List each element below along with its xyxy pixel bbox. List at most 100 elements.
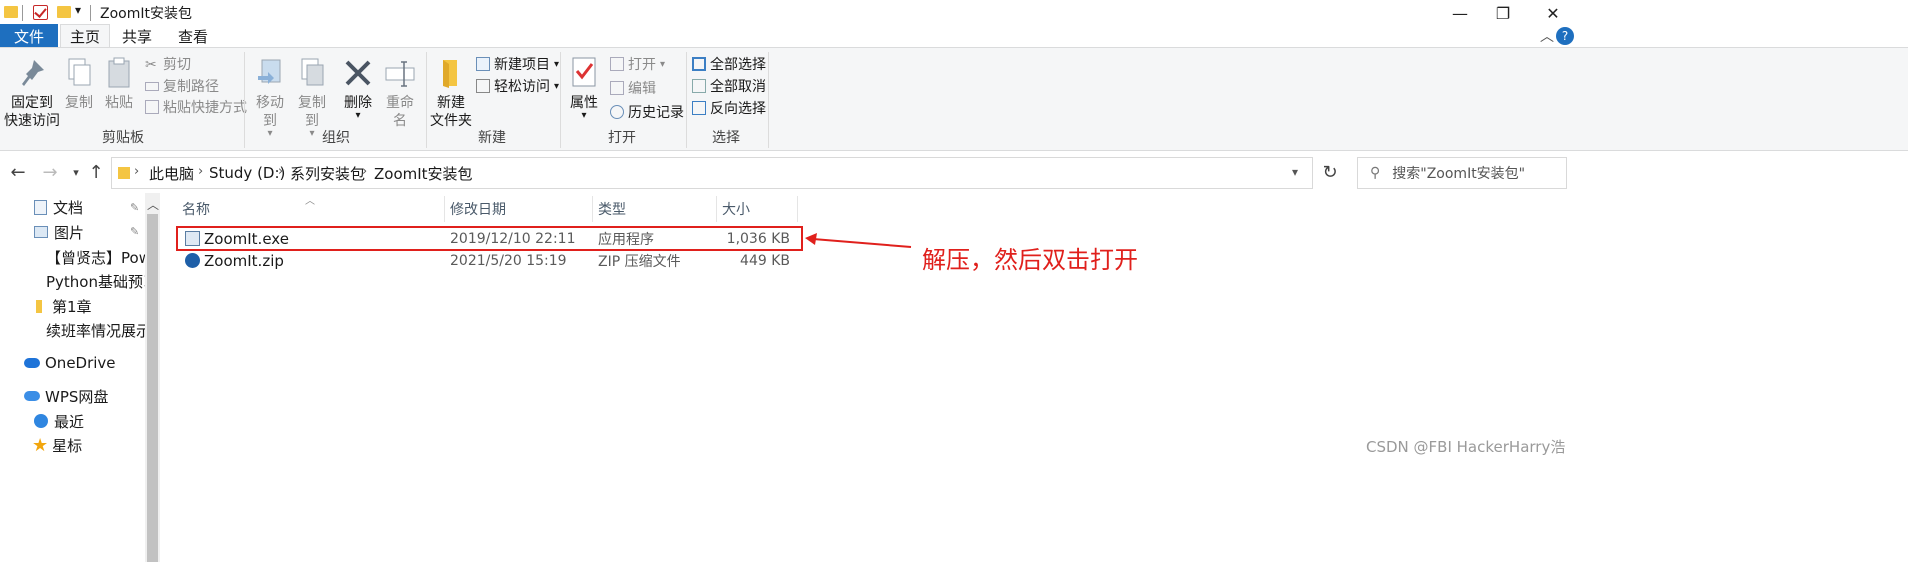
open-button[interactable]: 打开 ▾ — [610, 54, 665, 74]
move-to-icon — [254, 56, 286, 90]
breadcrumb-study-drive[interactable]: Study (D:) — [209, 158, 285, 188]
group-divider — [560, 52, 561, 148]
history-button[interactable]: 历史记录 — [610, 102, 684, 122]
rename-icon — [384, 56, 416, 90]
window-title: ZoomIt安装包 — [100, 6, 192, 22]
folder-icon — [4, 6, 18, 18]
easy-access-button[interactable]: 轻松访问 ▾ — [476, 76, 559, 96]
scroll-up-icon[interactable]: ︿ — [147, 196, 159, 213]
back-arrow-icon[interactable]: ← — [6, 160, 30, 184]
chevron-right-icon: › — [462, 164, 468, 179]
nav-item-recent[interactable]: 最近 — [0, 409, 145, 433]
dropdown-arrow-icon: ▾ — [554, 80, 560, 92]
invert-selection-button[interactable]: 反向选择 — [692, 98, 766, 118]
nav-item-documents[interactable]: 文档 — [0, 195, 145, 219]
new-item-button[interactable]: 新建项目 ▾ — [476, 54, 559, 74]
close-button[interactable]: ✕ — [1530, 0, 1576, 26]
chevron-right-icon: › — [278, 164, 284, 179]
breadcrumb-zoomit-package[interactable]: ZoomIt安装包 — [374, 158, 473, 188]
restore-button[interactable]: ❐ — [1480, 0, 1526, 26]
minimize-button[interactable]: — — [1437, 0, 1483, 26]
invert-selection-icon — [692, 101, 706, 115]
paste-shortcut-button[interactable]: 粘贴快捷方式 — [145, 97, 247, 117]
breadcrumb-series-packages[interactable]: 系列安装包 — [290, 158, 365, 188]
dropdown-arrow-icon: ▾ — [581, 110, 587, 121]
column-divider[interactable] — [716, 196, 717, 222]
delete-button[interactable]: 删除 ▾ — [342, 56, 374, 121]
group-label-clipboard: 剪贴板 — [102, 130, 144, 146]
help-icon[interactable]: ? — [1556, 27, 1574, 45]
nav-item-folder[interactable]: 第1章 — [0, 294, 145, 318]
address-dropdown-icon[interactable]: ▾ — [1292, 165, 1298, 179]
nav-item-label: 星标 — [52, 436, 83, 455]
file-row[interactable]: ZoomIt.zip 2021/5/20 15:19 ZIP 压缩文件 449 … — [182, 250, 802, 272]
folder-icon — [118, 167, 130, 179]
cut-button[interactable]: ✂ 剪切 — [145, 54, 191, 74]
open-icon — [610, 57, 624, 71]
select-all-label: 全部选择 — [710, 57, 766, 73]
group-label-select: 选择 — [712, 130, 740, 146]
column-header-name[interactable]: 名称 — [182, 196, 210, 222]
edit-button[interactable]: 编辑 — [610, 78, 656, 98]
rename-button[interactable]: 重命名 — [380, 56, 420, 130]
tab-share[interactable]: 共享 — [114, 24, 160, 48]
column-divider[interactable] — [592, 196, 593, 222]
search-box[interactable]: ⚲ 搜索"ZoomIt安装包" — [1357, 157, 1567, 189]
nav-item-folder[interactable]: 续班率情况展示 — [0, 318, 145, 342]
tab-home[interactable]: 主页 — [60, 24, 110, 48]
column-header-size[interactable]: 大小 — [722, 196, 750, 222]
nav-item-onedrive[interactable]: OneDrive — [0, 351, 145, 375]
scissors-icon: ✂ — [145, 57, 157, 73]
nav-item-wps-drive[interactable]: WPS网盘 — [0, 384, 145, 408]
zip-icon — [185, 253, 200, 268]
annotation-arrow — [805, 233, 912, 248]
ribbon-tabs: 文件 主页 共享 查看 ︿ ? — [0, 24, 1908, 48]
copy-path-button[interactable]: 复制路径 — [145, 76, 219, 96]
refresh-icon[interactable]: ↻ — [1318, 160, 1342, 184]
nav-item-label: 文档 — [53, 198, 84, 217]
nav-item-label: 图片 — [54, 223, 85, 242]
nav-item-folder[interactable]: 【曾贤志】Powe — [0, 245, 145, 269]
forward-arrow-icon[interactable]: → — [38, 160, 62, 184]
paste-shortcut-icon — [145, 100, 159, 114]
breadcrumb-this-pc[interactable]: 此电脑 — [149, 158, 194, 188]
properties-quick-icon[interactable] — [33, 5, 48, 20]
new-folder-line1: 新建 — [437, 95, 465, 111]
pin-icon — [16, 56, 48, 90]
column-divider[interactable] — [444, 196, 445, 222]
collapse-ribbon-icon[interactable]: ︿ — [1540, 26, 1554, 46]
chevron-right-icon: › — [134, 164, 140, 179]
copy-button[interactable]: 复制 — [62, 56, 96, 112]
paste-label: 粘贴 — [105, 95, 133, 111]
tab-view[interactable]: 查看 — [170, 24, 216, 48]
nav-item-pictures[interactable]: 图片 — [0, 220, 145, 244]
copy-to-button[interactable]: 复制到 ▾ — [292, 56, 332, 139]
group-divider — [244, 52, 245, 148]
invert-selection-label: 反向选择 — [710, 101, 766, 117]
pin-to-quick-access-button[interactable]: 固定到 快速访问 — [4, 56, 60, 130]
properties-button[interactable]: 属性 ▾ — [566, 56, 602, 121]
up-arrow-icon[interactable]: ↑ — [84, 160, 108, 184]
nav-item-starred[interactable]: ★ 星标 — [0, 433, 145, 457]
nav-scrollbar-thumb[interactable] — [147, 214, 158, 562]
address-bar[interactable]: › 此电脑 › Study (D:) › 系列安装包 › ZoomIt安装包 ›… — [111, 157, 1313, 189]
tab-file[interactable]: 文件 — [0, 24, 58, 48]
new-folder-button[interactable]: 新建 文件夹 — [430, 56, 472, 130]
group-divider — [426, 52, 427, 148]
divider — [22, 5, 23, 21]
new-folder-quick-icon[interactable] — [57, 6, 71, 18]
move-to-button[interactable]: 移动到 ▾ — [250, 56, 290, 139]
cut-label: 剪切 — [163, 57, 191, 73]
pin-icon: ✎ — [130, 225, 140, 238]
select-none-button[interactable]: 全部取消 — [692, 76, 766, 96]
customize-quick-access-icon[interactable]: ▾ — [75, 3, 81, 17]
select-none-icon — [692, 79, 706, 93]
column-header-modified[interactable]: 修改日期 — [450, 196, 506, 222]
paste-button[interactable]: 粘贴 — [102, 56, 136, 112]
nav-item-folder[interactable]: Python基础预习 — [0, 269, 145, 293]
column-divider[interactable] — [797, 196, 798, 222]
column-header-type[interactable]: 类型 — [598, 196, 626, 222]
paste-shortcut-label: 粘贴快捷方式 — [163, 100, 247, 116]
select-all-button[interactable]: 全部选择 — [692, 54, 766, 74]
rename-label: 重命名 — [386, 95, 414, 129]
